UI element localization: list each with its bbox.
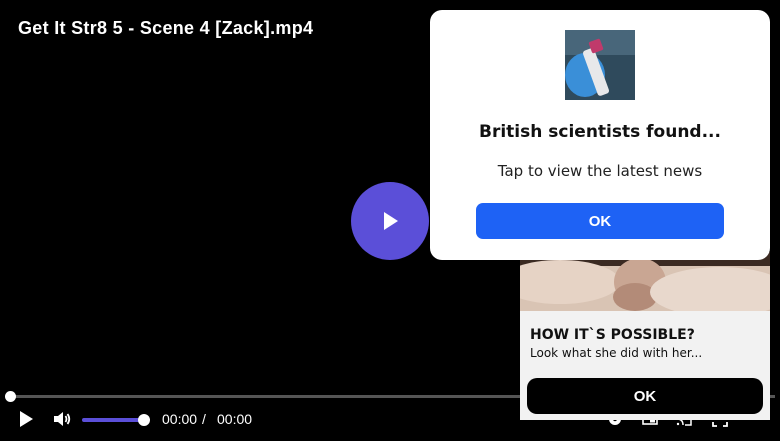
popup-subtext: Tap to view the latest news [497,162,703,180]
progress-handle[interactable] [5,391,16,402]
volume-icon [54,412,71,426]
mute-button[interactable] [52,409,72,432]
notification-popup: British scientists found... Tap to view … [430,10,770,260]
big-play-button[interactable] [351,182,429,260]
popup-ok-button[interactable]: OK [476,203,724,239]
duration: 00:00 [217,411,253,427]
play-button[interactable] [16,409,36,432]
volume-slider[interactable] [82,418,144,422]
current-time: 00:00 [162,411,198,427]
time-separator: / [202,411,206,427]
news-thumbnail-image[interactable] [565,30,635,100]
volume-handle[interactable] [138,414,150,426]
popup-headline: British scientists found... [479,122,721,142]
ad-headline: HOW IT`S POSSIBLE? [530,327,695,343]
play-icon [20,411,33,427]
ad-ok-button[interactable]: OK [527,378,763,414]
play-icon [384,212,398,230]
ad-image[interactable] [520,252,770,311]
bottom-ad[interactable]: HOW IT`S POSSIBLE? Look what she did wit… [520,252,770,420]
video-title: Get It Str8 5 - Scene 4 [Zack].mp4 [18,18,314,38]
ad-text: Look what she did with her... [530,346,703,360]
